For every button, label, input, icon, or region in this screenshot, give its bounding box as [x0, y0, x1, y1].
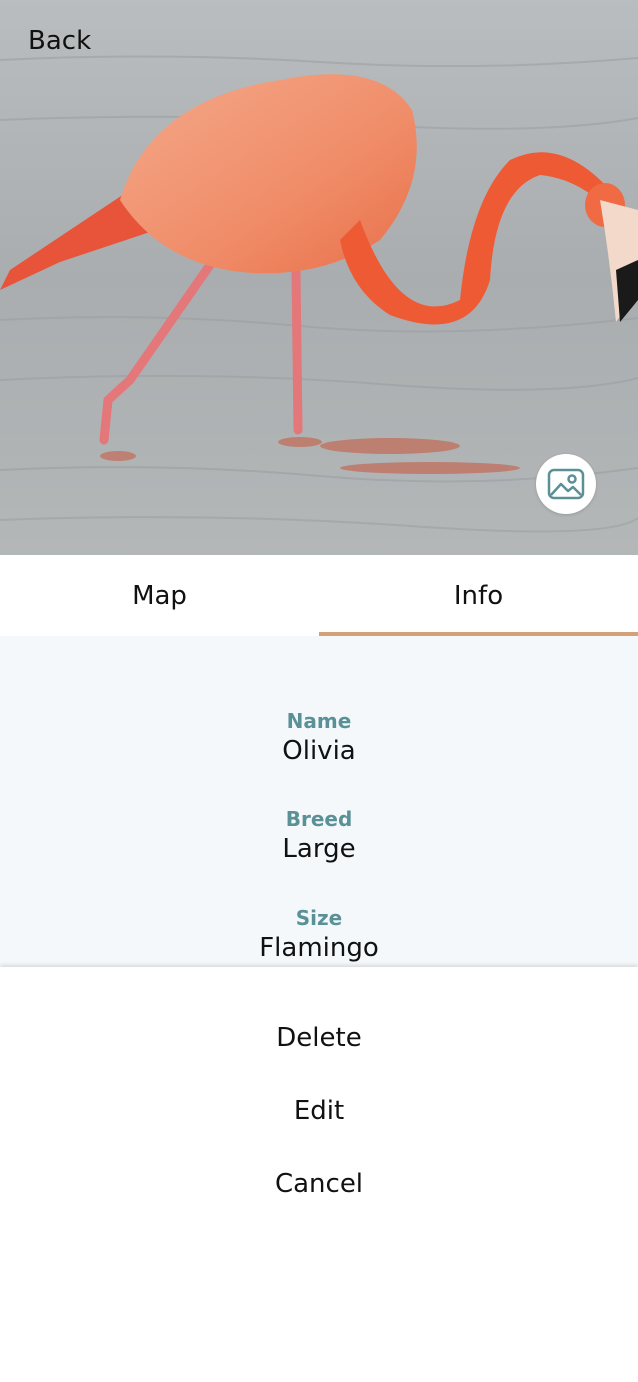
- image-icon: [547, 468, 585, 500]
- tab-bar: Map Info: [0, 555, 638, 636]
- field-label: Breed: [285, 807, 353, 831]
- hero-photo: Back: [0, 0, 638, 555]
- field-label: Name: [286, 709, 352, 733]
- field-value: Large: [282, 834, 356, 864]
- field-value: Olivia: [282, 736, 356, 766]
- delete-button[interactable]: Delete: [0, 1013, 638, 1063]
- tab-info[interactable]: Info: [319, 555, 638, 636]
- back-button[interactable]: Back: [28, 24, 91, 58]
- info-field-breed: Breed Large: [0, 806, 638, 866]
- tab-map-label: Map: [132, 580, 187, 611]
- tab-info-label: Info: [453, 580, 504, 611]
- field-value: Flamingo: [259, 933, 379, 963]
- edit-button[interactable]: Edit: [0, 1086, 638, 1136]
- field-label: Size: [295, 906, 343, 930]
- info-field-name: Name Olivia: [0, 708, 638, 768]
- tab-map[interactable]: Map: [0, 555, 319, 636]
- bird-detail-screen: Back Map Info Name Olivia Breed Large Si…: [0, 0, 638, 1382]
- gallery-button[interactable]: [536, 454, 596, 514]
- cancel-button[interactable]: Cancel: [0, 1159, 638, 1209]
- info-panel: Name Olivia Breed Large Size Flamingo: [0, 636, 638, 968]
- action-sheet: Delete Edit Cancel: [0, 967, 638, 1382]
- info-field-size: Size Flamingo: [0, 905, 638, 965]
